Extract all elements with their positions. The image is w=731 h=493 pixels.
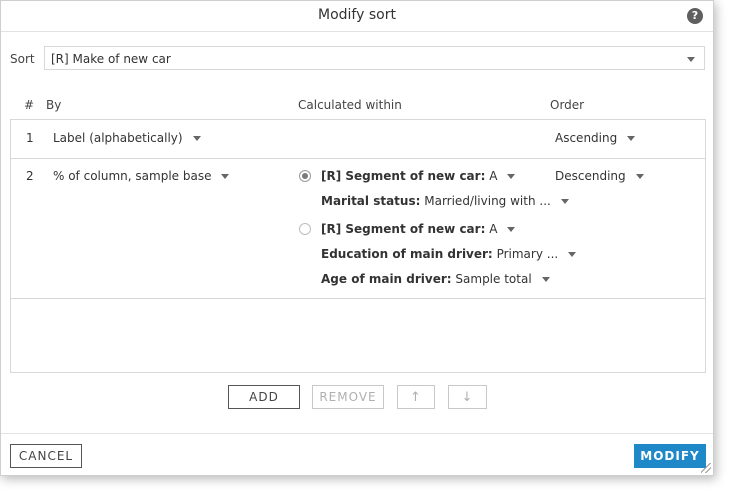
chevron-down-icon: [635, 174, 644, 179]
calculated-within-radio-1[interactable]: [299, 170, 311, 182]
filter-key: [R] Segment of new car:: [321, 169, 486, 183]
filter-value: A: [489, 169, 498, 183]
chevron-down-icon: [627, 136, 636, 141]
column-header-order: Order: [550, 98, 585, 112]
order-dropdown[interactable]: Ascending: [555, 131, 636, 145]
dialog-footer: CANCEL MODIFY: [1, 433, 713, 476]
chevron-down-icon: [192, 136, 201, 141]
sort-by-dropdown[interactable]: % of column, sample base: [53, 169, 230, 183]
chevron-down-icon: [507, 227, 516, 232]
order-value: Descending: [555, 169, 626, 183]
table-row: 2 % of column, sample base [R] Segment o…: [11, 158, 705, 299]
filter-value: Primary ...: [496, 247, 559, 261]
calculated-within-radio-2[interactable]: [299, 223, 311, 235]
move-down-button[interactable]: ↓: [448, 385, 487, 409]
sort-dropdown[interactable]: [R] Make of new car: [44, 46, 705, 70]
filter-key: Marital status:: [321, 194, 421, 208]
segment-filter-dropdown[interactable]: [R] Segment of new car: A: [321, 169, 516, 183]
sort-dropdown-value: [R] Make of new car: [51, 52, 171, 66]
cancel-button[interactable]: CANCEL: [10, 444, 82, 468]
age-filter-dropdown[interactable]: Age of main driver: Sample total: [321, 272, 550, 286]
move-up-button[interactable]: ↑: [397, 385, 435, 409]
column-header-calculated-within: Calculated within: [298, 98, 402, 112]
row-number: 1: [26, 131, 34, 145]
dialog-titlebar: Modify sort ?: [1, 1, 713, 32]
sort-by-dropdown[interactable]: Label (alphabetically): [53, 131, 201, 145]
dialog-title: Modify sort: [318, 7, 396, 23]
column-header-by: By: [46, 98, 62, 112]
order-dropdown[interactable]: Descending: [555, 169, 644, 183]
row-number: 2: [26, 169, 34, 183]
marital-status-filter-dropdown[interactable]: Marital status: Married/living with ...: [321, 194, 569, 208]
modify-sort-dialog: Modify sort ? Sort [R] Make of new car #…: [0, 0, 714, 476]
chevron-down-icon: [560, 199, 569, 204]
add-button[interactable]: ADD: [228, 385, 300, 409]
filter-value: A: [489, 222, 498, 236]
modify-button[interactable]: MODIFY: [634, 444, 706, 468]
remove-button[interactable]: REMOVE: [312, 385, 384, 409]
column-header-number: #: [24, 98, 35, 112]
arrow-down-icon: ↓: [461, 390, 474, 405]
chevron-down-icon: [507, 174, 516, 179]
order-value: Ascending: [555, 131, 618, 145]
chevron-down-icon: [221, 174, 230, 179]
filter-key: Age of main driver:: [321, 272, 452, 286]
filter-value: Sample total: [455, 272, 532, 286]
education-filter-dropdown[interactable]: Education of main driver: Primary ...: [321, 247, 577, 261]
filter-value: Married/living with ...: [424, 194, 551, 208]
chevron-down-icon: [568, 252, 577, 257]
help-icon[interactable]: ?: [687, 8, 703, 24]
sort-label: Sort: [10, 52, 35, 66]
table-row: 1 Label (alphabetically) Ascending: [11, 120, 705, 159]
chevron-down-icon: [541, 277, 550, 282]
segment-filter-dropdown[interactable]: [R] Segment of new car: A: [321, 222, 516, 236]
sort-by-value: Label (alphabetically): [53, 131, 183, 145]
filter-key: [R] Segment of new car:: [321, 222, 486, 236]
arrow-up-icon: ↑: [410, 390, 422, 405]
filter-key: Education of main driver:: [321, 247, 493, 261]
sort-rules-table: 1 Label (alphabetically) Ascending 2 % o…: [10, 119, 706, 373]
chevron-down-icon: [687, 57, 695, 62]
sort-by-value: % of column, sample base: [53, 169, 212, 183]
resize-handle-icon[interactable]: [701, 463, 711, 473]
